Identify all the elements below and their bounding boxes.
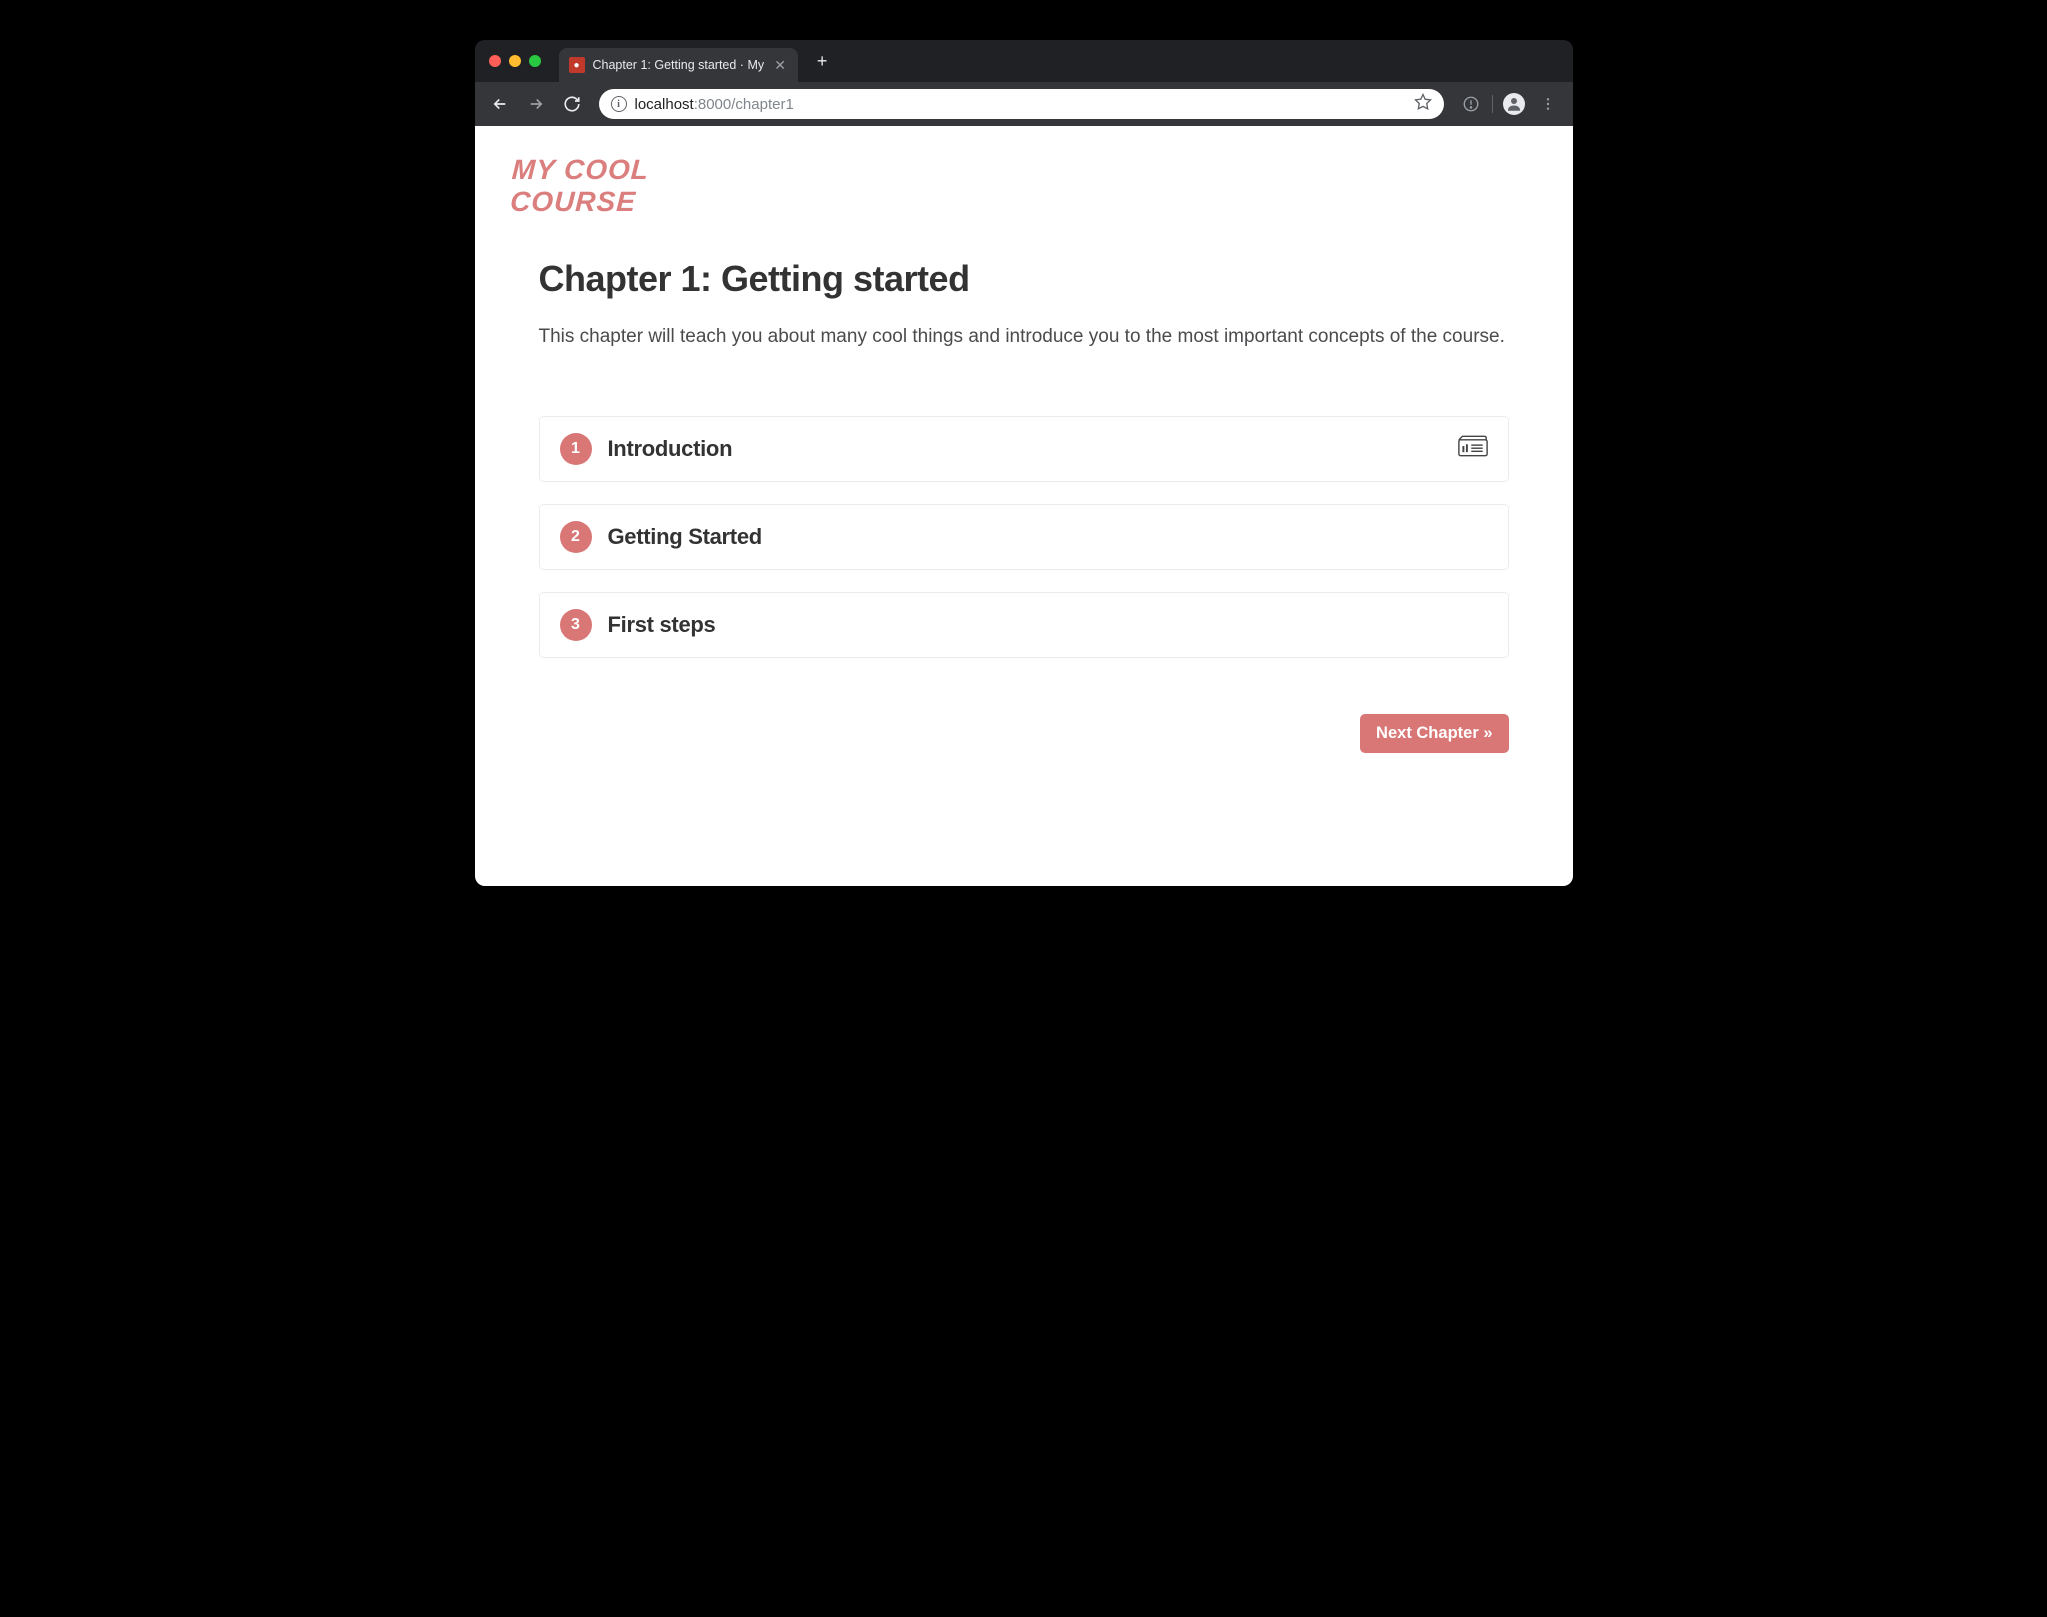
menu-button[interactable] <box>1533 89 1563 119</box>
logo-line-2: COURSE <box>509 186 1537 218</box>
lesson-number-badge: 3 <box>560 609 592 641</box>
page-description: This chapter will teach you about many c… <box>539 322 1509 351</box>
lesson-number-badge: 2 <box>560 521 592 553</box>
site-info-icon[interactable]: i <box>611 96 627 112</box>
url-text: localhost:8000/chapter1 <box>635 96 1406 113</box>
lesson-item[interactable]: 2 Getting Started <box>539 504 1509 570</box>
browser-toolbar: i localhost:8000/chapter1 <box>475 82 1573 126</box>
page-title: Chapter 1: Getting started <box>539 258 1509 300</box>
window-close-button[interactable] <box>489 55 501 67</box>
lesson-item[interactable]: 1 Introduction <box>539 416 1509 482</box>
lesson-title: Introduction <box>608 436 1442 462</box>
favicon-icon: ● <box>569 57 585 73</box>
site-header: MY COOL COURSE <box>475 126 1573 228</box>
new-tab-button[interactable]: + <box>812 51 832 72</box>
toolbar-divider <box>1492 95 1493 113</box>
toolbar-right <box>1456 89 1563 119</box>
lesson-number-badge: 1 <box>560 433 592 465</box>
forward-button[interactable] <box>521 89 551 119</box>
next-chapter-button[interactable]: Next Chapter » <box>1360 714 1508 753</box>
url-path: /chapter1 <box>731 96 794 113</box>
footer-nav: Next Chapter » <box>539 714 1509 753</box>
lesson-item[interactable]: 3 First steps <box>539 592 1509 658</box>
window-maximize-button[interactable] <box>529 55 541 67</box>
lesson-list: 1 Introduction <box>539 416 1509 658</box>
browser-tab[interactable]: ● Chapter 1: Getting started · My ✕ <box>559 48 799 82</box>
back-button[interactable] <box>485 89 515 119</box>
traffic-lights <box>489 55 541 67</box>
url-port: :8000 <box>694 96 732 113</box>
reload-button[interactable] <box>557 89 587 119</box>
address-bar[interactable]: i localhost:8000/chapter1 <box>599 89 1444 119</box>
profile-button[interactable] <box>1499 89 1529 119</box>
site-logo[interactable]: MY COOL COURSE <box>509 154 1538 218</box>
avatar-icon <box>1503 93 1525 115</box>
warning-icon[interactable] <box>1456 89 1486 119</box>
close-icon[interactable]: ✕ <box>772 57 788 74</box>
lesson-title: Getting Started <box>608 524 1488 550</box>
slides-icon <box>1458 435 1488 462</box>
main: Chapter 1: Getting started This chapter … <box>475 228 1573 792</box>
tab-title: Chapter 1: Getting started · My <box>593 58 765 72</box>
tab-bar: ● Chapter 1: Getting started · My ✕ + <box>475 40 1573 82</box>
url-host: localhost <box>635 96 694 113</box>
logo-line-1: MY COOL <box>511 154 1539 186</box>
lesson-title: First steps <box>608 612 1488 638</box>
page-content: MY COOL COURSE Chapter 1: Getting starte… <box>475 126 1573 886</box>
bookmark-icon[interactable] <box>1414 93 1432 116</box>
browser-window: ● Chapter 1: Getting started · My ✕ + i … <box>475 40 1573 886</box>
window-minimize-button[interactable] <box>509 55 521 67</box>
